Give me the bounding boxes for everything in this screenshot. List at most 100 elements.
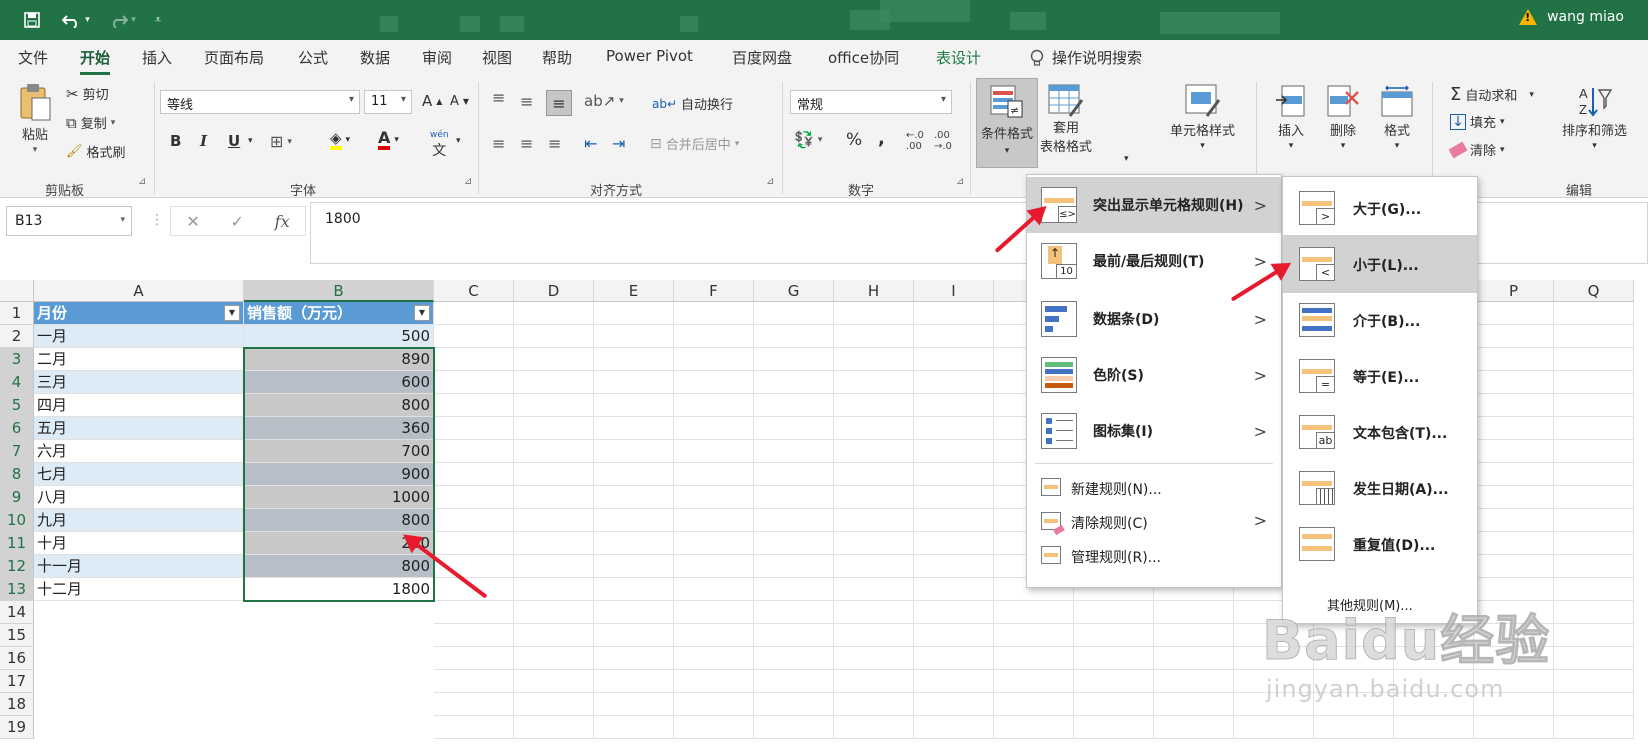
comma-button[interactable]: ,: [878, 128, 885, 149]
month-cell[interactable]: 十一月: [34, 555, 244, 578]
align-right-icon[interactable]: ≡: [548, 134, 561, 153]
column-header-B[interactable]: B: [244, 280, 434, 302]
grid-cell[interactable]: [434, 716, 514, 739]
grid-cell[interactable]: [514, 509, 594, 532]
grid-cell[interactable]: [754, 578, 834, 601]
chevron-down-icon[interactable]: ▾: [248, 136, 253, 146]
grid-cell[interactable]: [994, 670, 1074, 693]
menu-item-new-rule[interactable]: 新建规则(N)...: [1027, 471, 1281, 505]
grid-cell[interactable]: [1554, 624, 1634, 647]
grid-cell[interactable]: [754, 371, 834, 394]
grid-cell[interactable]: [1554, 394, 1634, 417]
row-header-11[interactable]: 11: [0, 532, 34, 555]
align-left-icon[interactable]: ≡: [492, 134, 505, 153]
table-header-cell[interactable]: 月份 ▼: [34, 302, 244, 325]
grid-cell[interactable]: [594, 532, 674, 555]
grid-cell[interactable]: [674, 417, 754, 440]
grid-cell[interactable]: [914, 532, 994, 555]
grid-cell[interactable]: [834, 578, 914, 601]
tab-page-layout[interactable]: 页面布局: [204, 47, 264, 68]
grid-cell[interactable]: [754, 670, 834, 693]
row-header-4[interactable]: 4: [0, 371, 34, 394]
filter-dropdown-icon[interactable]: ▼: [414, 305, 430, 321]
grid-cell[interactable]: [754, 509, 834, 532]
grid-cell[interactable]: [1554, 578, 1634, 601]
grid-cell[interactable]: [914, 394, 994, 417]
menu-item-color-scales[interactable]: 色阶(S) >: [1027, 347, 1281, 403]
tab-table-design[interactable]: 表设计: [936, 47, 981, 68]
font-name-combo[interactable]: 等线 ▾: [160, 90, 360, 114]
grid-cell[interactable]: [1154, 670, 1234, 693]
grid-cell[interactable]: [514, 670, 594, 693]
undo-icon[interactable]: ▾: [56, 8, 96, 32]
grid-cell[interactable]: [594, 647, 674, 670]
grid-cell[interactable]: [594, 555, 674, 578]
grid-cell[interactable]: [434, 670, 514, 693]
cut-button[interactable]: ✂ 剪切: [66, 84, 109, 104]
grid-cell[interactable]: [594, 486, 674, 509]
insert-function-icon[interactable]: fx: [275, 212, 290, 231]
grid-cell[interactable]: [1474, 440, 1554, 463]
tab-insert[interactable]: 插入: [142, 47, 172, 68]
month-cell[interactable]: 二月: [34, 348, 244, 371]
grid-cell[interactable]: [1154, 716, 1234, 739]
grid-cell[interactable]: [754, 486, 834, 509]
grid-cell[interactable]: [674, 624, 754, 647]
sales-cell[interactable]: 890: [244, 348, 434, 371]
grid-cell[interactable]: [834, 509, 914, 532]
grid-cell[interactable]: [514, 647, 594, 670]
underline-button[interactable]: U: [228, 132, 240, 150]
grid-cell[interactable]: [754, 417, 834, 440]
grid-cell[interactable]: [514, 394, 594, 417]
sales-cell[interactable]: 700: [244, 440, 434, 463]
increase-decimal-icon[interactable]: ←.0.00: [906, 130, 924, 152]
row-header-8[interactable]: 8: [0, 463, 34, 486]
user-account[interactable]: ! wang miao: [1519, 9, 1624, 25]
grid-cell[interactable]: [514, 555, 594, 578]
grid-cell[interactable]: [1554, 417, 1634, 440]
sales-cell[interactable]: 360: [244, 417, 434, 440]
insert-cells-button[interactable]: 插入 ▾: [1274, 84, 1308, 151]
sales-cell[interactable]: 600: [244, 371, 434, 394]
fill-button[interactable]: ↓ 填充 ▾: [1450, 112, 1505, 131]
column-header-F[interactable]: F: [674, 280, 754, 302]
format-cells-button[interactable]: 格式 ▾: [1380, 84, 1414, 151]
grid-cell[interactable]: [834, 371, 914, 394]
grid-cell[interactable]: [754, 601, 834, 624]
sales-cell[interactable]: 1000: [244, 486, 434, 509]
save-icon[interactable]: [20, 8, 44, 32]
grid-cell[interactable]: [514, 624, 594, 647]
grid-cell[interactable]: [1154, 601, 1234, 624]
grid-cell[interactable]: [674, 670, 754, 693]
grid-cell[interactable]: [594, 302, 674, 325]
orientation-icon[interactable]: ab↗ ▾: [584, 92, 624, 110]
grid-cell[interactable]: [1394, 716, 1474, 739]
currency-icon[interactable]: 💱 ▾: [794, 130, 822, 149]
grid-cell[interactable]: [434, 601, 514, 624]
grid-cell[interactable]: [514, 578, 594, 601]
grid-cell[interactable]: [754, 302, 834, 325]
month-cell[interactable]: 七月: [34, 463, 244, 486]
row-header-14[interactable]: 14: [0, 601, 34, 624]
grid-cell[interactable]: [914, 578, 994, 601]
conditional-formatting-button[interactable]: ≠ 条件格式 ▾: [976, 78, 1038, 168]
grid-cell[interactable]: [594, 601, 674, 624]
grid-cell[interactable]: [1074, 647, 1154, 670]
grid-cell[interactable]: [754, 555, 834, 578]
column-header-D[interactable]: D: [514, 280, 594, 302]
grid-cell[interactable]: [1474, 325, 1554, 348]
table-header-cell[interactable]: 销售额（万元） ▼: [244, 302, 434, 325]
tab-view[interactable]: 视图: [482, 47, 512, 68]
increase-indent-icon[interactable]: ⇥: [612, 134, 625, 153]
grid-cell[interactable]: [754, 624, 834, 647]
submenu-item-less-than[interactable]: < 小于(L)...: [1283, 235, 1477, 293]
submenu-item-duplicate-values[interactable]: 重复值(D)...: [1283, 515, 1477, 573]
column-header-Q[interactable]: Q: [1554, 280, 1634, 302]
menu-item-clear-rules[interactable]: 清除规则(C) >: [1027, 505, 1281, 539]
row-header-9[interactable]: 9: [0, 486, 34, 509]
grid-cell[interactable]: [1154, 647, 1234, 670]
grid-cell[interactable]: [914, 371, 994, 394]
dialog-launcher-icon[interactable]: ⊿: [138, 176, 146, 187]
grid-cell[interactable]: [674, 325, 754, 348]
row-header-15[interactable]: 15: [0, 624, 34, 647]
